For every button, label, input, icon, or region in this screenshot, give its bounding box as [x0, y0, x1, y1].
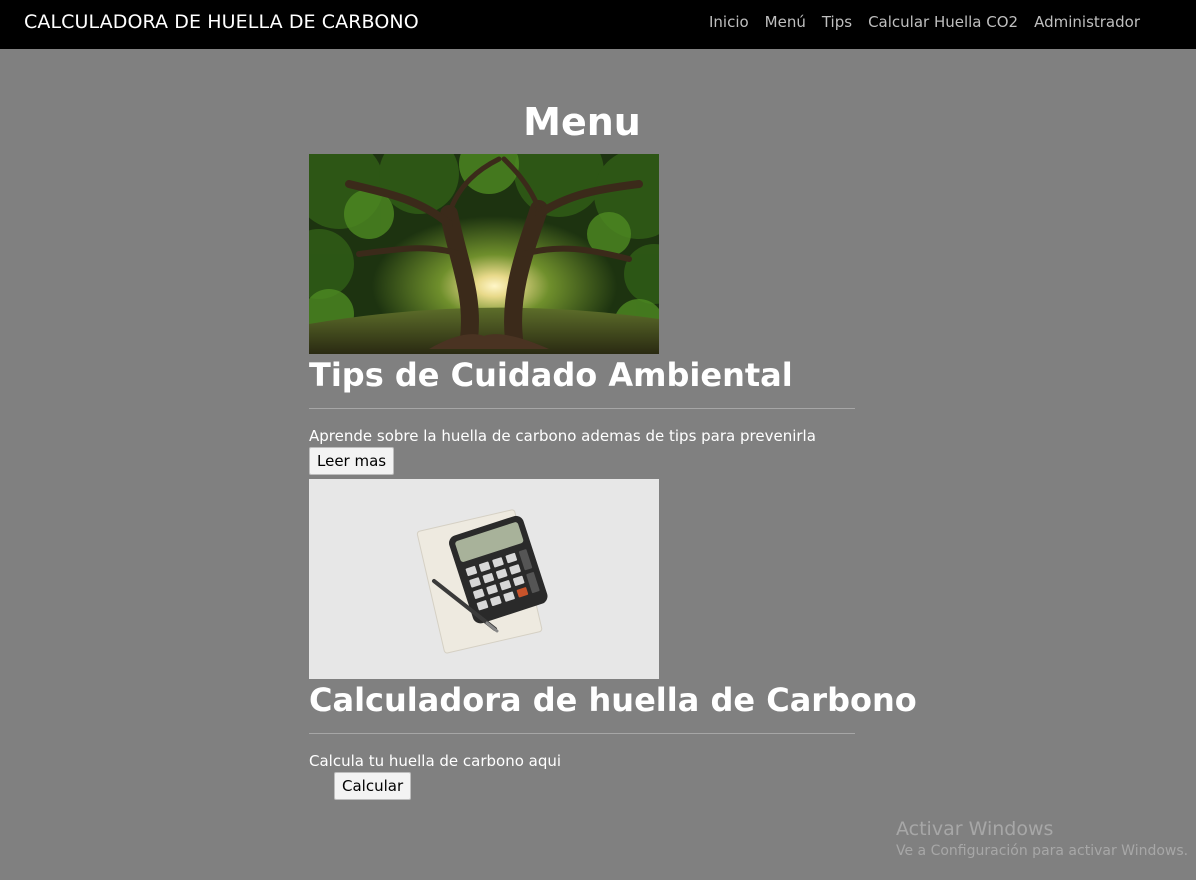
calculator-photo	[309, 479, 659, 679]
watermark-subtitle: Ve a Configuración para activar Windows.	[896, 843, 1189, 859]
windows-activation-watermark: Activar Windows Ve a Configuración para …	[896, 817, 1188, 861]
tips-card: Tips de Cuidado Ambiental Aprende sobre …	[309, 154, 855, 475]
calculator-card: Calculadora de huella de Carbono Calcula…	[309, 479, 917, 800]
calcular-button[interactable]: Calcular	[334, 772, 412, 800]
watermark-title: Activar Windows	[896, 818, 1054, 840]
brand-link[interactable]: CALCULADORA DE HUELLA DE CARBONO	[24, 11, 419, 33]
navbar: CALCULADORA DE HUELLA DE CARBONO Inicio …	[0, 0, 1196, 49]
calculator-card-divider	[309, 733, 855, 734]
calculator-card-text: Calcula tu huella de carbono aqui	[309, 752, 562, 770]
calculator-card-title: Calculadora de huella de Carbono	[309, 681, 917, 719]
nav-link-inicio[interactable]: Inicio	[709, 13, 749, 31]
tips-card-divider	[309, 408, 855, 409]
nav-link-tips[interactable]: Tips	[822, 13, 852, 31]
nav-link-calcular-huella[interactable]: Calcular Huella CO2	[868, 13, 1018, 31]
nav-links: Inicio Menú Tips Calcular Huella CO2 Adm…	[709, 13, 1140, 31]
nav-link-administrador[interactable]: Administrador	[1034, 13, 1140, 31]
page-title: Menu	[523, 100, 641, 144]
tree-photo	[309, 154, 659, 354]
nav-link-menu[interactable]: Menú	[765, 13, 806, 31]
tips-card-title: Tips de Cuidado Ambiental	[309, 356, 793, 394]
leer-mas-button[interactable]: Leer mas	[309, 447, 395, 475]
tips-card-text: Aprende sobre la huella de carbono adema…	[309, 427, 816, 445]
